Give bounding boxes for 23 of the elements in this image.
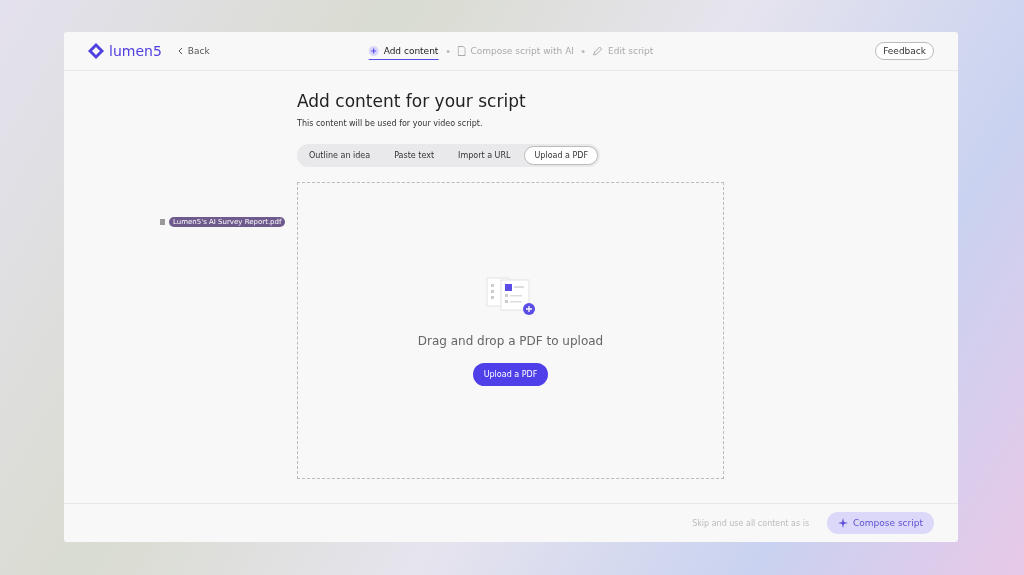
upload-button[interactable]: Upload a PDF [472,362,549,386]
tab[interactable]: Import a URL [448,146,521,165]
drop-instruction: Drag and drop a PDF to upload [417,333,604,348]
sparkle-icon [838,518,849,528]
page-title: Add content for your script [297,91,527,111]
step-link[interactable]: Add content [368,42,439,60]
chevron-left-icon [177,47,183,55]
step-separator-dot [582,49,585,53]
document-icon [457,45,466,56]
feedback-button[interactable]: Feedback [875,42,934,60]
tab[interactable]: Paste text [384,146,445,165]
drop-zone[interactable]: Drag and drop a PDF to upload Upload a PDF [297,182,724,479]
pencil-icon [593,45,603,56]
tab[interactable]: Upload a PDF [524,146,599,165]
plus-icon [368,45,379,56]
back-link[interactable]: Back [177,46,210,56]
documents-plus-drawing [484,275,537,316]
step-separator-dot [446,49,450,53]
page-subtitle: This content will be used for your video script. [297,119,484,128]
file-icon [160,219,165,225]
tab[interactable]: Outline an idea [299,146,381,165]
logo-text: lumen5 [109,43,162,59]
logo-icon [88,43,104,59]
